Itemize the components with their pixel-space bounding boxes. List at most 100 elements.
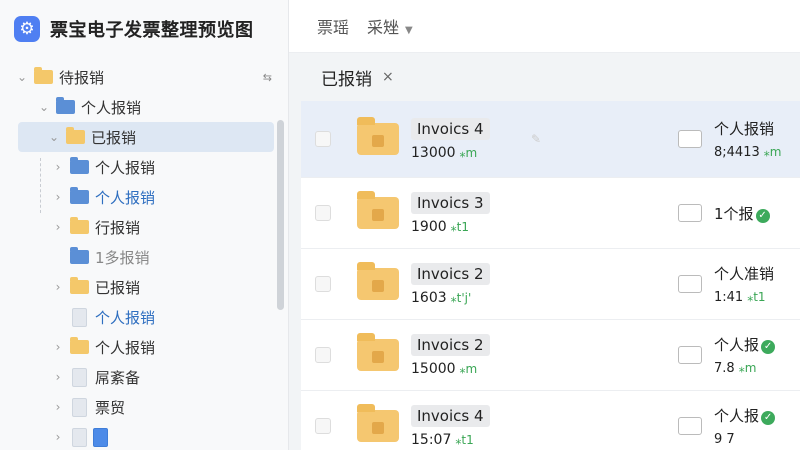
folder-icon: [70, 157, 89, 174]
invoice-card[interactable]: Invoics 3 1900 ⁎t1 1个报 ✓: [301, 178, 800, 249]
select-checkbox[interactable]: [678, 417, 702, 435]
select-checkbox[interactable]: [678, 204, 702, 222]
card-text: Invoics 4 15:07 ⁎t1: [411, 404, 571, 448]
tree-item[interactable]: › 个人报销: [0, 182, 288, 212]
tree-item[interactable]: › 已报销: [0, 272, 288, 302]
card-text: Invoics 2 1603 ⁎t'j': [411, 262, 571, 306]
chevron-right-icon[interactable]: ›: [50, 280, 66, 294]
status-sub-line: 7.8 ⁎m: [714, 361, 775, 376]
check-badge-icon: ✓: [761, 340, 776, 354]
chevron-right-icon[interactable]: ›: [50, 370, 66, 384]
row-checkbox[interactable]: [315, 276, 331, 292]
invoice-card[interactable]: Invoics 2 15000 ⁎m 个人报 ✓ 7.8 ⁎m: [301, 320, 800, 391]
invoice-amount: 15000: [411, 360, 456, 377]
chevron-down-icon[interactable]: ⌄: [46, 130, 62, 144]
tree-item[interactable]: 1多报销: [0, 242, 288, 272]
row-checkbox[interactable]: [315, 347, 331, 363]
chevron-right-icon[interactable]: ›: [50, 340, 66, 354]
row-checkbox[interactable]: [315, 131, 331, 147]
card-status: 个人报 ✓ 9 7: [714, 405, 776, 447]
tree-item[interactable]: › 个人报销: [0, 152, 288, 182]
chevron-right-icon[interactable]: ›: [50, 220, 66, 234]
tree-item[interactable]: › 票贸: [0, 392, 288, 422]
app-title: 票宝电子发票整理预览图: [50, 20, 254, 41]
invoice-card[interactable]: Invoics 4 15:07 ⁎t1 个人报 ✓ 9 7: [301, 391, 800, 450]
menu-item-2[interactable]: 采矬 ▼: [367, 14, 413, 38]
status-title: 个人报: [714, 407, 760, 425]
status-title-line: 1个报 ✓: [714, 203, 770, 224]
invoice-name: Invoics 3: [411, 191, 490, 214]
tree-item-label: 个人报销: [95, 308, 156, 327]
folder-icon: [70, 337, 89, 354]
card-status: 1个报 ✓: [714, 203, 770, 224]
status-sub-line: 1:41 ⁎t1: [714, 290, 774, 305]
row-checkbox[interactable]: [315, 205, 331, 221]
folder-icon: [56, 97, 75, 114]
invoice-amount: 15:07: [411, 431, 452, 448]
gear-icon: ⚙: [14, 16, 40, 42]
invoice-tag: ⁎t'j': [450, 290, 472, 305]
tree-item-label: 已报销: [95, 278, 141, 297]
card-status: 个人报销 8;4413 ⁎m: [714, 118, 781, 160]
invoice-tag: ⁎m: [459, 145, 478, 160]
chevron-down-icon[interactable]: ⌄: [36, 100, 52, 114]
folder-icon: [66, 127, 85, 144]
invoice-card[interactable]: Invoics 2 1603 ⁎t'j' 个人准销 1:41 ⁎t1: [301, 249, 800, 320]
tree-item-label: 1多报销: [95, 248, 150, 267]
folder-icon: [70, 277, 89, 294]
card-status: 个人准销 1:41 ⁎t1: [714, 263, 774, 305]
chevron-right-icon[interactable]: ›: [50, 430, 66, 444]
status-title-line: 个人报 ✓: [714, 334, 776, 355]
tree-item-reimbursed-selected[interactable]: ⌄ 已报销: [18, 122, 274, 152]
menu-item-1-label: 票瑶: [317, 18, 350, 37]
invoice-card[interactable]: Invoics 4 13000 ⁎m ✎ 个人报销 8;4413 ⁎m: [301, 101, 800, 178]
status-tag: ⁎t1: [747, 290, 766, 304]
chevron-down-icon[interactable]: ⌄: [14, 70, 30, 84]
document-icon: [72, 307, 87, 327]
tree-item-label: 票贸: [95, 398, 126, 417]
invoice-name: Invoics 2: [411, 262, 490, 285]
tree-item[interactable]: › 行报销: [0, 212, 288, 242]
tree-item[interactable]: 个人报销: [0, 302, 288, 332]
tab-reimbursed[interactable]: 已报销: [321, 65, 372, 90]
select-checkbox[interactable]: [678, 275, 702, 293]
folder-icon: [70, 187, 89, 204]
chevron-right-icon[interactable]: ›: [50, 400, 66, 414]
folder-icon: [70, 247, 89, 264]
chevron-right-icon[interactable]: ›: [50, 190, 66, 204]
invoice-list: Invoics 4 13000 ⁎m ✎ 个人报销 8;4413 ⁎m Invoic…: [301, 101, 800, 450]
status-sub: 7.8: [714, 361, 735, 376]
select-checkbox[interactable]: [678, 346, 702, 364]
folder-icon: [70, 217, 89, 234]
status-sub-line: 8;4413 ⁎m: [714, 145, 781, 160]
sort-icon[interactable]: ⇆: [263, 71, 272, 84]
tree-item-personal[interactable]: ⌄ 个人报销: [0, 92, 288, 122]
folder-icon: [357, 404, 399, 442]
menu-item-2-label: 采矬: [367, 18, 400, 37]
invoice-amount-line: 1603 ⁎t'j': [411, 290, 571, 306]
tree-item[interactable]: › 屌紊备: [0, 362, 288, 392]
tree-item[interactable]: › 个人报销: [0, 332, 288, 362]
invoice-amount-line: 1900 ⁎t1: [411, 219, 571, 235]
menu-item-1[interactable]: 票瑶: [317, 14, 349, 38]
pencil-icon[interactable]: ✎: [531, 132, 541, 146]
folder-icon: [357, 262, 399, 300]
tree-root[interactable]: ⌄ 待报销 ⇆: [0, 62, 288, 92]
check-badge-icon: ✓: [755, 208, 770, 223]
sidebar-scrollbar[interactable]: [277, 120, 284, 310]
close-icon[interactable]: ×: [382, 69, 394, 85]
invoice-tag: ⁎t1: [450, 219, 469, 234]
tree-item-label: 个人报销: [95, 338, 156, 357]
tab-bar: 已报销 ×: [289, 53, 800, 101]
chevron-right-icon[interactable]: ›: [50, 160, 66, 174]
invoice-amount-line: 15:07 ⁎t1: [411, 432, 571, 448]
select-checkbox[interactable]: [678, 130, 702, 148]
invoice-amount: 13000: [411, 144, 456, 161]
status-title-line: 个人报 ✓: [714, 405, 776, 426]
tree-item[interactable]: ›: [0, 422, 288, 450]
row-checkbox[interactable]: [315, 418, 331, 434]
card-text: Invoics 2 15000 ⁎m: [411, 333, 571, 377]
card-text: Invoics 4 13000 ⁎m: [411, 117, 571, 161]
folder-icon: [34, 67, 53, 84]
app-header: ⚙ 票宝电子发票整理预览图: [0, 0, 288, 58]
